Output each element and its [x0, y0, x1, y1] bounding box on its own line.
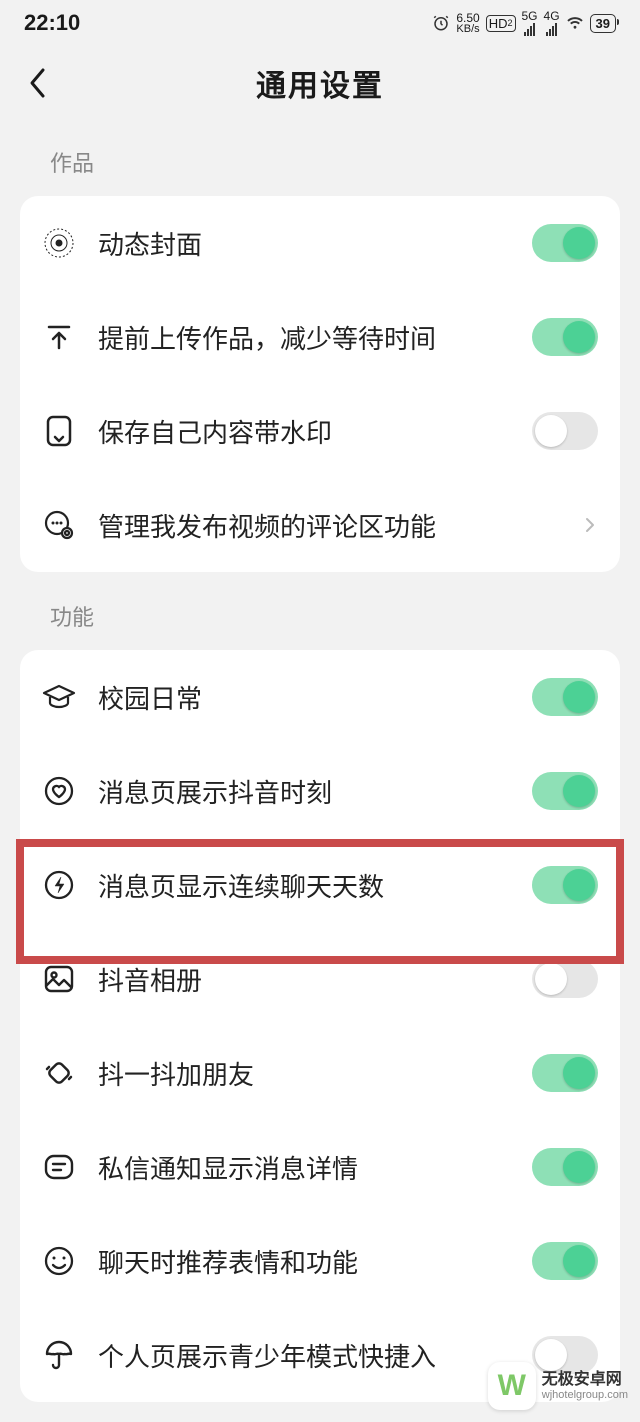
section-works-card: 动态封面 提前上传作品，减少等待时间 保存自己内容带水印 管理我发布视频的评论区…	[20, 196, 620, 572]
target-icon	[42, 226, 76, 260]
umbrella-icon	[42, 1338, 76, 1372]
net-speed: 6.50 KB/s	[456, 12, 479, 35]
row-label: 保存自己内容带水印	[76, 413, 532, 450]
row-label: 消息页显示连续聊天天数	[76, 867, 532, 904]
toggle-douyin-album[interactable]	[532, 960, 598, 998]
row-campus: 校园日常	[20, 650, 620, 744]
toggle-dynamic-cover[interactable]	[532, 224, 598, 262]
watermark: W 无极安卓网 wjhotelgroup.com	[488, 1362, 628, 1410]
shake-icon	[42, 1056, 76, 1090]
row-label: 消息页展示抖音时刻	[76, 773, 532, 810]
watermark-logo: W	[488, 1362, 536, 1410]
row-preupload: 提前上传作品，减少等待时间	[20, 290, 620, 384]
row-label: 抖一抖加朋友	[76, 1055, 532, 1092]
row-label: 私信通知显示消息详情	[76, 1149, 532, 1186]
signal-5g: 5G	[522, 10, 538, 36]
toggle-preupload[interactable]	[532, 318, 598, 356]
page-title: 通用设置	[256, 61, 384, 105]
section-features-card: 校园日常 消息页展示抖音时刻 消息页显示连续聊天天数 抖音相册 抖一抖加朋友	[20, 650, 620, 1402]
comment-gear-icon	[42, 508, 76, 542]
hd-badge: HD2	[486, 15, 516, 32]
status-bar: 22:10 6.50 KB/s HD2 5G 4G 39	[0, 0, 640, 42]
toggle-douyin-moments[interactable]	[532, 772, 598, 810]
row-label: 提前上传作品，减少等待时间	[76, 319, 532, 356]
status-indicators: 6.50 KB/s HD2 5G 4G 39	[432, 10, 616, 36]
row-label: 校园日常	[76, 679, 532, 716]
bolt-circle-icon	[42, 868, 76, 902]
toggle-watermark[interactable]	[532, 412, 598, 450]
row-douyin-album: 抖音相册	[20, 932, 620, 1026]
watermark-name: 无极安卓网	[542, 1371, 628, 1389]
section-header-works: 作品	[0, 118, 640, 196]
row-label: 抖音相册	[76, 961, 532, 998]
toggle-dm-notify[interactable]	[532, 1148, 598, 1186]
signal-4g: 4G	[544, 10, 560, 36]
row-emoji-suggest: 聊天时推荐表情和功能	[20, 1214, 620, 1308]
back-button[interactable]	[18, 63, 58, 103]
chevron-left-icon	[28, 67, 48, 99]
row-label: 聊天时推荐表情和功能	[76, 1243, 532, 1280]
toggle-campus[interactable]	[532, 678, 598, 716]
heart-circle-icon	[42, 774, 76, 808]
alarm-icon	[432, 14, 450, 32]
nav-header: 通用设置	[0, 48, 640, 118]
chevron-right-icon	[582, 517, 598, 533]
row-dynamic-cover: 动态封面	[20, 196, 620, 290]
row-watermark: 保存自己内容带水印	[20, 384, 620, 478]
row-comment-manage[interactable]: 管理我发布视频的评论区功能	[20, 478, 620, 572]
toggle-shake-friends[interactable]	[532, 1054, 598, 1092]
wifi-icon	[566, 16, 584, 30]
row-douyin-moments: 消息页展示抖音时刻	[20, 744, 620, 838]
row-label: 个人页展示青少年模式快捷入	[76, 1337, 532, 1374]
battery-indicator: 39	[590, 14, 616, 33]
row-shake-friends: 抖一抖加朋友	[20, 1026, 620, 1120]
section-header-features: 功能	[0, 572, 640, 650]
upload-arrow-icon	[42, 320, 76, 354]
picture-icon	[42, 962, 76, 996]
phone-down-icon	[42, 414, 76, 448]
watermark-url: wjhotelgroup.com	[542, 1389, 628, 1401]
row-chat-streak: 消息页显示连续聊天天数	[20, 838, 620, 932]
row-label: 动态封面	[76, 225, 532, 262]
graduation-cap-icon	[42, 680, 76, 714]
toggle-chat-streak[interactable]	[532, 866, 598, 904]
toggle-emoji-suggest[interactable]	[532, 1242, 598, 1280]
row-label: 管理我发布视频的评论区功能	[76, 507, 582, 544]
smile-icon	[42, 1244, 76, 1278]
row-dm-notify: 私信通知显示消息详情	[20, 1120, 620, 1214]
message-lines-icon	[42, 1150, 76, 1184]
status-time: 22:10	[24, 10, 80, 36]
